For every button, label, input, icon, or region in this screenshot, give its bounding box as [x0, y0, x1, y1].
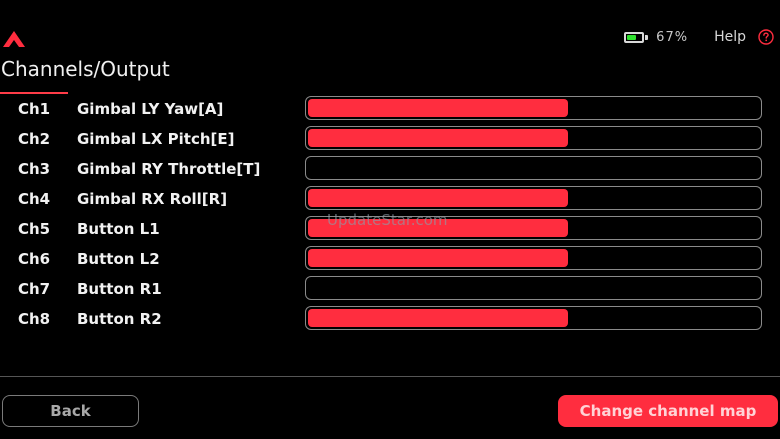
status-bar: 67% Help [624, 26, 774, 48]
channel-row-ch7: Ch7 Button R1 [0, 274, 780, 304]
channel-output-fill [308, 189, 568, 207]
question-circle-icon[interactable] [758, 29, 774, 45]
channel-output-fill [308, 129, 568, 147]
channel-output-bar [305, 96, 762, 120]
channel-output-bar [305, 246, 762, 270]
channel-row-ch1: Ch1 Gimbal LY Yaw[A] [0, 94, 780, 124]
channel-name: Button R1 [77, 280, 162, 298]
channel-output-fill [308, 219, 568, 237]
channel-row-ch3: Ch3 Gimbal RY Throttle[T] [0, 154, 780, 184]
channel-output-bar [305, 156, 762, 180]
channel-label: Ch8 [18, 310, 51, 328]
channel-name: Button L1 [77, 220, 160, 238]
channel-label: Ch6 [18, 250, 51, 268]
channel-list: Ch1 Gimbal LY Yaw[A] Ch2 Gimbal LX Pitch… [0, 94, 780, 334]
channel-name: Gimbal LY Yaw[A] [77, 100, 224, 118]
channel-name: Gimbal LX Pitch[E] [77, 130, 235, 148]
channel-output-bar [305, 306, 762, 330]
battery-percent: 67% [656, 29, 689, 45]
channel-row-ch4: Ch4 Gimbal RX Roll[R] [0, 184, 780, 214]
channel-row-ch6: Ch6 Button L2 [0, 244, 780, 274]
channel-output-fill [308, 99, 568, 117]
channel-label: Ch2 [18, 130, 51, 148]
channel-output-bar [305, 276, 762, 300]
channel-output-bar [305, 126, 762, 150]
channel-name: Button R2 [77, 310, 162, 328]
channel-row-ch8: Ch8 Button R2 [0, 304, 780, 334]
footer-divider [0, 376, 780, 377]
channel-name: Button L2 [77, 250, 160, 268]
channel-output-fill [308, 249, 568, 267]
channel-name: Gimbal RX Roll[R] [77, 190, 228, 208]
battery-icon [624, 31, 649, 43]
channel-label: Ch5 [18, 220, 51, 238]
channel-row-ch5: Ch5 Button L1 [0, 214, 780, 244]
channel-label: Ch1 [18, 100, 51, 118]
channel-label: Ch7 [18, 280, 51, 298]
channel-label: Ch4 [18, 190, 51, 208]
channel-output-fill [308, 309, 568, 327]
channel-output-bar [305, 186, 762, 210]
channel-label: Ch3 [18, 160, 51, 178]
change-channel-map-button[interactable]: Change channel map [558, 395, 778, 427]
brand-logo-icon [3, 31, 25, 47]
channel-output-bar [305, 216, 762, 240]
channel-name: Gimbal RY Throttle[T] [77, 160, 261, 178]
page-title: Channels/Output [1, 57, 170, 81]
help-link[interactable]: Help [714, 29, 746, 45]
channel-row-ch2: Ch2 Gimbal LX Pitch[E] [0, 124, 780, 154]
back-button[interactable]: Back [2, 395, 139, 427]
